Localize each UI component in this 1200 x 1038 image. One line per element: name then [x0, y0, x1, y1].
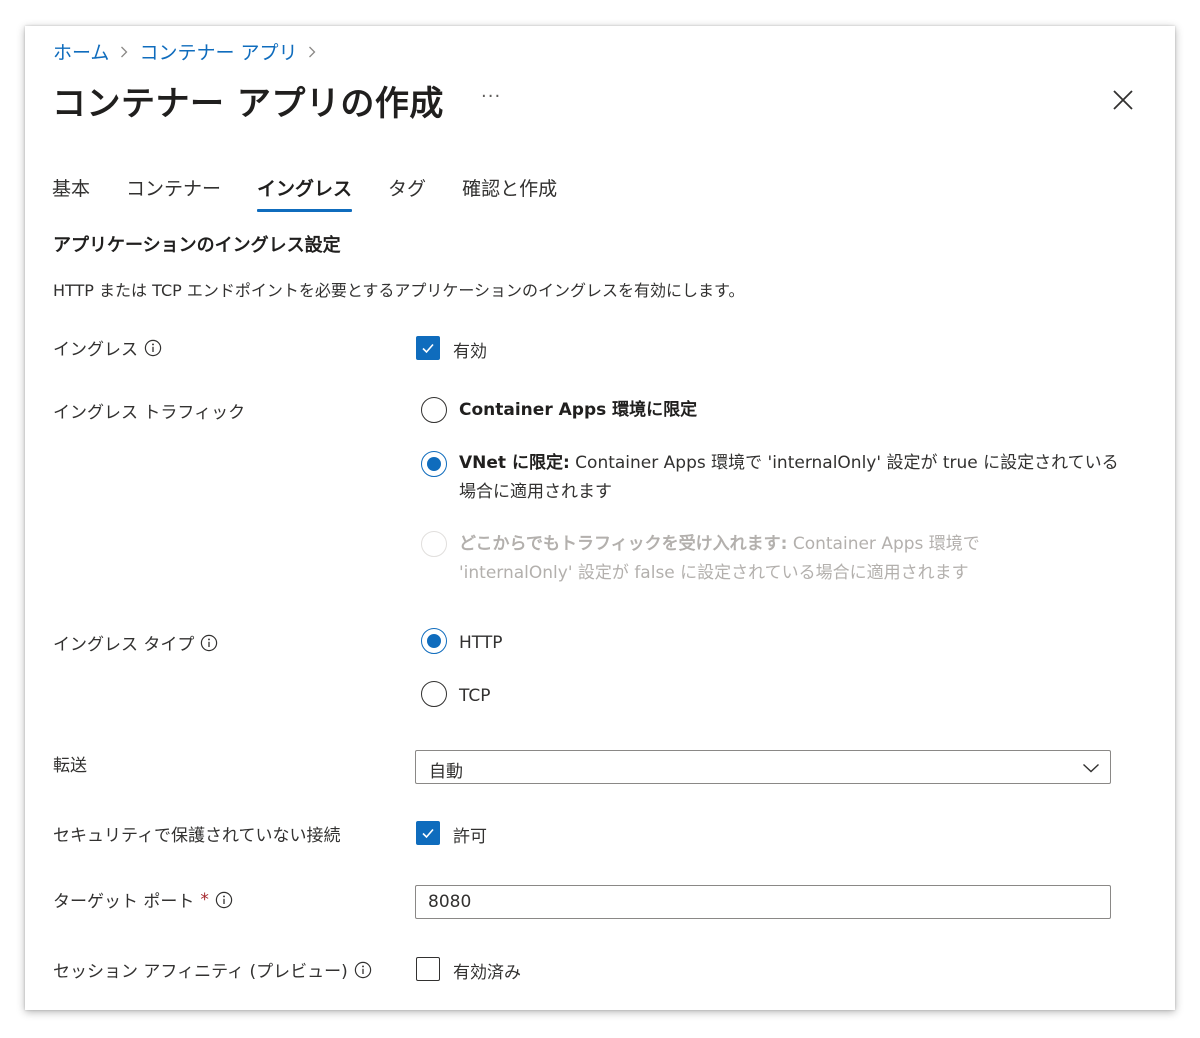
- info-icon[interactable]: [144, 339, 162, 357]
- ingress-type-tcp-radio[interactable]: [421, 681, 447, 707]
- transport-select-value: 自動: [429, 762, 463, 782]
- ingress-type-http-label[interactable]: HTTP: [459, 629, 503, 658]
- target-port-label-text: ターゲット ポート: [53, 892, 195, 912]
- transport-label-text: 転送: [53, 756, 87, 776]
- session-affinity-label: セッション アフィニティ (プレビュー): [53, 957, 372, 982]
- tab-tags[interactable]: タグ: [388, 172, 426, 212]
- chevron-right-icon: [308, 46, 316, 58]
- ingress-enabled-checkbox[interactable]: [416, 336, 440, 360]
- traffic-container-apps-option[interactable]: Container Apps 環境に限定: [459, 396, 1119, 425]
- traffic-vnet-option[interactable]: VNet に限定: Container Apps 環境で 'internalOn…: [459, 449, 1119, 507]
- checkmark-icon: [422, 828, 434, 839]
- ingress-type-http-radio[interactable]: [421, 628, 447, 654]
- insecure-connections-label-text: セキュリティで保護されていない接続: [53, 826, 341, 846]
- traffic-anywhere-radio: [421, 531, 447, 557]
- insecure-connections-checkbox[interactable]: [416, 821, 440, 845]
- traffic-anywhere-option: どこからでもトラフィックを受け入れます: Container Apps 環境で …: [459, 530, 1049, 588]
- traffic-option-lead: どこからでもトラフィックを受け入れます:: [459, 534, 788, 554]
- wizard-tabs: 基本 コンテナー イングレス タグ 確認と作成: [52, 172, 593, 212]
- ingress-type-label: イングレス タイプ: [53, 630, 218, 655]
- checkmark-icon: [422, 343, 434, 354]
- insecure-connections-label: セキュリティで保護されていない接続: [53, 821, 340, 846]
- ingress-type-tcp-label[interactable]: TCP: [459, 682, 491, 711]
- ingress-type-label-text: イングレス タイプ: [53, 635, 195, 655]
- target-port-input[interactable]: [415, 885, 1111, 919]
- breadcrumb-container-apps-link[interactable]: コンテナー アプリ: [139, 38, 297, 65]
- ingress-enabled-label: 有効: [453, 342, 487, 362]
- session-affinity-enabled-label: 有効済み: [453, 963, 521, 983]
- ingress-traffic-label-text: イングレス トラフィック: [53, 403, 246, 423]
- tab-basics[interactable]: 基本: [52, 172, 90, 212]
- chevron-right-icon: [120, 46, 128, 58]
- ingress-traffic-label: イングレス トラフィック: [53, 398, 245, 423]
- session-affinity-checkbox[interactable]: [416, 957, 440, 981]
- breadcrumb: ホーム コンテナー アプリ: [53, 38, 327, 65]
- tab-ingress[interactable]: イングレス: [257, 172, 353, 212]
- create-container-app-panel: ホーム コンテナー アプリ コンテナー アプリの作成 ··· 基本 コンテナー …: [25, 26, 1175, 1010]
- tab-review-create[interactable]: 確認と作成: [462, 172, 557, 212]
- chevron-down-icon: [1083, 763, 1099, 773]
- ingress-label: イングレス: [53, 335, 162, 360]
- section-description: HTTP または TCP エンドポイントを必要とするアプリケーションのイングレス…: [53, 281, 745, 300]
- traffic-vnet-radio[interactable]: [421, 451, 447, 477]
- required-marker: *: [200, 889, 209, 910]
- transport-select[interactable]: 自動: [415, 750, 1111, 784]
- target-port-label: ターゲット ポート *: [53, 887, 233, 912]
- close-icon[interactable]: [1111, 88, 1135, 112]
- section-title: アプリケーションのイングレス設定: [53, 235, 341, 256]
- info-icon[interactable]: [215, 891, 233, 909]
- ingress-label-text: イングレス: [53, 340, 138, 360]
- session-affinity-label-text: セッション アフィニティ (プレビュー): [53, 962, 348, 982]
- traffic-option-lead: VNet に限定:: [459, 453, 570, 473]
- traffic-option-lead: Container Apps 環境に限定: [459, 400, 698, 420]
- tab-container[interactable]: コンテナー: [126, 172, 221, 212]
- traffic-container-apps-radio[interactable]: [421, 397, 447, 423]
- insecure-connections-allow-label: 許可: [453, 827, 487, 847]
- breadcrumb-home-link[interactable]: ホーム: [53, 38, 109, 65]
- info-icon[interactable]: [354, 961, 372, 979]
- transport-label: 転送: [53, 751, 87, 776]
- info-icon[interactable]: [200, 634, 218, 652]
- more-options-button[interactable]: ···: [481, 86, 501, 107]
- page-title: コンテナー アプリの作成: [52, 84, 444, 124]
